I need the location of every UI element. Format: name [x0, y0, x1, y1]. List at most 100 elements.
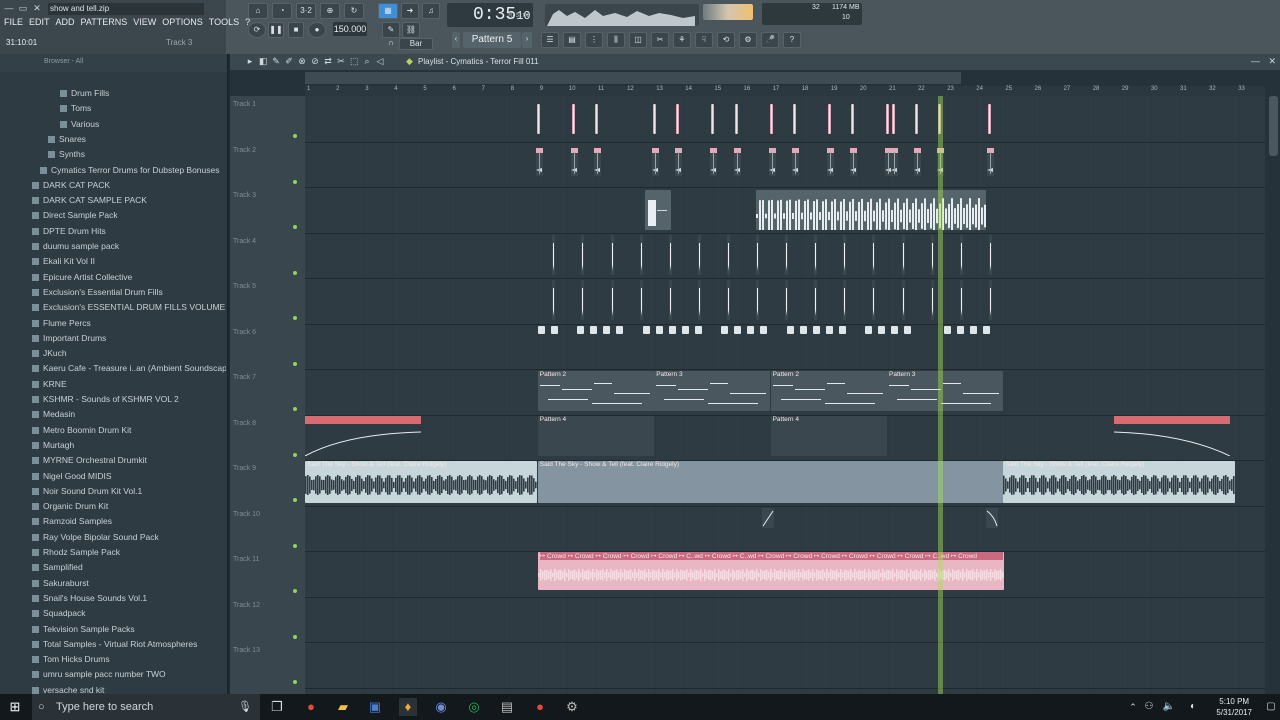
file-explorer-icon[interactable]: ▰: [334, 698, 352, 716]
metronome-icon[interactable]: ◔: [272, 3, 292, 19]
audio-clip[interactable]: Said The Sky - Show & Tell (feat. Claire…: [1003, 461, 1236, 503]
delete-tool-icon[interactable]: ⊗: [298, 56, 306, 67]
perc-hit-clip[interactable]: [872, 235, 876, 275]
project-title-field[interactable]: show and tell.zip: [48, 3, 204, 15]
arrow-right-icon[interactable]: ➜: [401, 3, 419, 19]
perc-hit-clip[interactable]: [872, 280, 876, 320]
track-label[interactable]: Track 1: [233, 101, 256, 108]
perc-hit-clip[interactable]: [843, 235, 847, 275]
playlist-close-icon[interactable]: ✕: [1268, 56, 1276, 67]
perc-hit-clip[interactable]: [610, 280, 614, 320]
browser-item[interactable]: Epicure Artist Collective: [0, 272, 226, 287]
pattern-prev-icon[interactable]: ‹: [452, 32, 460, 48]
overview-strip[interactable]: [305, 72, 961, 84]
chrome-icon[interactable]: ●: [302, 698, 320, 716]
perc-hit-clip[interactable]: [756, 280, 760, 320]
pattern-clip[interactable]: Pattern 4: [537, 416, 654, 456]
minimize-icon[interactable]: —: [4, 3, 14, 14]
browser-item[interactable]: Snail's House Sounds Vol.1: [0, 593, 226, 608]
track-enable-led[interactable]: [293, 225, 297, 229]
perc-hit-clip[interactable]: [639, 235, 643, 275]
track-enable-led[interactable]: [293, 452, 297, 457]
note-clip[interactable]: [655, 326, 663, 334]
notifications-icon[interactable]: ▢: [1262, 698, 1280, 716]
select-tool-icon[interactable]: ⬚: [350, 56, 359, 67]
help-icon[interactable]: ?: [783, 32, 801, 48]
menu-edit[interactable]: EDIT: [29, 17, 50, 27]
drum-hit-clip[interactable]: [851, 104, 855, 134]
track-label[interactable]: Track 8: [233, 420, 256, 427]
paint-tool-icon[interactable]: ✐: [285, 56, 293, 67]
crowd-clip[interactable]: ↦ Crowd ↦ Crowd ↦ Crowd ↦ Crowd ↦ Crowd …: [537, 552, 1004, 590]
drum-hit-clip[interactable]: [734, 104, 738, 134]
note-clip[interactable]: [616, 326, 624, 334]
windows-start-icon[interactable]: ⊞: [6, 698, 24, 716]
browser-item[interactable]: JKuch: [0, 348, 226, 363]
browser-item[interactable]: Sakuraburst: [0, 578, 226, 593]
browser-item[interactable]: MYRNE Orchestral Drumkit: [0, 455, 226, 470]
track-enable-led[interactable]: [293, 680, 297, 684]
perc-hit-clip[interactable]: [959, 280, 963, 320]
link-icon[interactable]: ⛓: [402, 22, 420, 38]
note-clip[interactable]: [812, 326, 820, 334]
note-clip[interactable]: [865, 326, 873, 334]
drum-hit-clip[interactable]: [595, 104, 598, 134]
perc-hit-clip[interactable]: [901, 235, 905, 275]
spotify-icon[interactable]: ◎: [465, 698, 483, 716]
browser-item[interactable]: duumu sample pack: [0, 241, 226, 256]
drum-hit-clip[interactable]: [986, 148, 994, 176]
note-clip[interactable]: [956, 326, 964, 334]
stop-button[interactable]: ■: [288, 22, 304, 38]
drum-hit-clip[interactable]: [594, 148, 601, 176]
track-label[interactable]: Track 6: [233, 329, 256, 336]
tray-clock[interactable]: 5:10 PM 5/31/2017: [1216, 696, 1252, 718]
browser-item[interactable]: Total Samples - Virtual Riot Atmospheres: [0, 639, 226, 654]
perc-hit-clip[interactable]: [814, 235, 818, 275]
vertical-scrollbar[interactable]: [1269, 96, 1278, 156]
piano-roll-icon[interactable]: ▤: [563, 32, 581, 48]
note-clip[interactable]: [734, 326, 742, 334]
mic-icon[interactable]: 🎤: [761, 32, 779, 48]
volume-icon[interactable]: 🔈: [1160, 698, 1178, 716]
drum-hit-clip[interactable]: [914, 148, 922, 176]
note-clip[interactable]: [786, 326, 794, 334]
note-clip[interactable]: [891, 326, 899, 334]
browser-item[interactable]: Flume Percs: [0, 318, 226, 333]
note-clip[interactable]: [694, 326, 702, 334]
menu-add[interactable]: ADD: [56, 17, 75, 27]
drum-hit-clip[interactable]: [850, 148, 858, 176]
taskbar-search[interactable]: ○ Type here to search 🎙: [32, 694, 260, 720]
wait-record-icon[interactable]: ▦: [378, 3, 398, 19]
automation-clip[interactable]: [985, 508, 998, 528]
drum-hit-clip[interactable]: [571, 104, 575, 134]
browser-item[interactable]: Ekali Kit Vol II: [0, 256, 226, 271]
track-label[interactable]: Track 2: [233, 147, 256, 154]
note-clip[interactable]: [642, 326, 650, 334]
network-icon[interactable]: ⚇: [1140, 698, 1158, 716]
track-label[interactable]: Track 11: [233, 556, 259, 563]
magnet-icon[interactable]: ∩: [385, 38, 397, 50]
track-label[interactable]: Track 10: [233, 511, 260, 518]
fl-studio-icon[interactable]: ♦: [399, 698, 417, 716]
perc-hit-clip[interactable]: [959, 235, 963, 275]
touch-icon[interactable]: ☟: [695, 32, 713, 48]
perc-hit-clip[interactable]: [726, 235, 730, 275]
refresh-icon[interactable]: ⟲: [717, 32, 735, 48]
app-blue-icon[interactable]: ▣: [366, 698, 384, 716]
zoom-tool-icon[interactable]: ⌕: [363, 56, 371, 67]
drum-hit-clip[interactable]: [827, 104, 831, 134]
track-enable-led[interactable]: [293, 179, 297, 184]
pen-icon[interactable]: ✎: [382, 22, 400, 38]
channel-rack-icon[interactable]: ⋮: [585, 32, 603, 48]
browser-item[interactable]: Organic Drum Kit: [0, 501, 226, 516]
browser-icon[interactable]: ⚘: [673, 32, 691, 48]
audio-clip-fill[interactable]: [756, 190, 987, 230]
drum-hit-clip[interactable]: [652, 148, 660, 176]
discord-icon[interactable]: ◉: [432, 698, 450, 716]
drum-hit-clip[interactable]: [733, 148, 741, 176]
automation-clip[interactable]: Said The Sky - S...hannel volume #2: [1113, 416, 1230, 456]
browser-item[interactable]: Tekvision Sample Packs: [0, 624, 226, 639]
note-clip[interactable]: [603, 326, 611, 334]
track-enable-led[interactable]: [293, 270, 297, 275]
menu-options[interactable]: OPTIONS: [162, 17, 203, 27]
